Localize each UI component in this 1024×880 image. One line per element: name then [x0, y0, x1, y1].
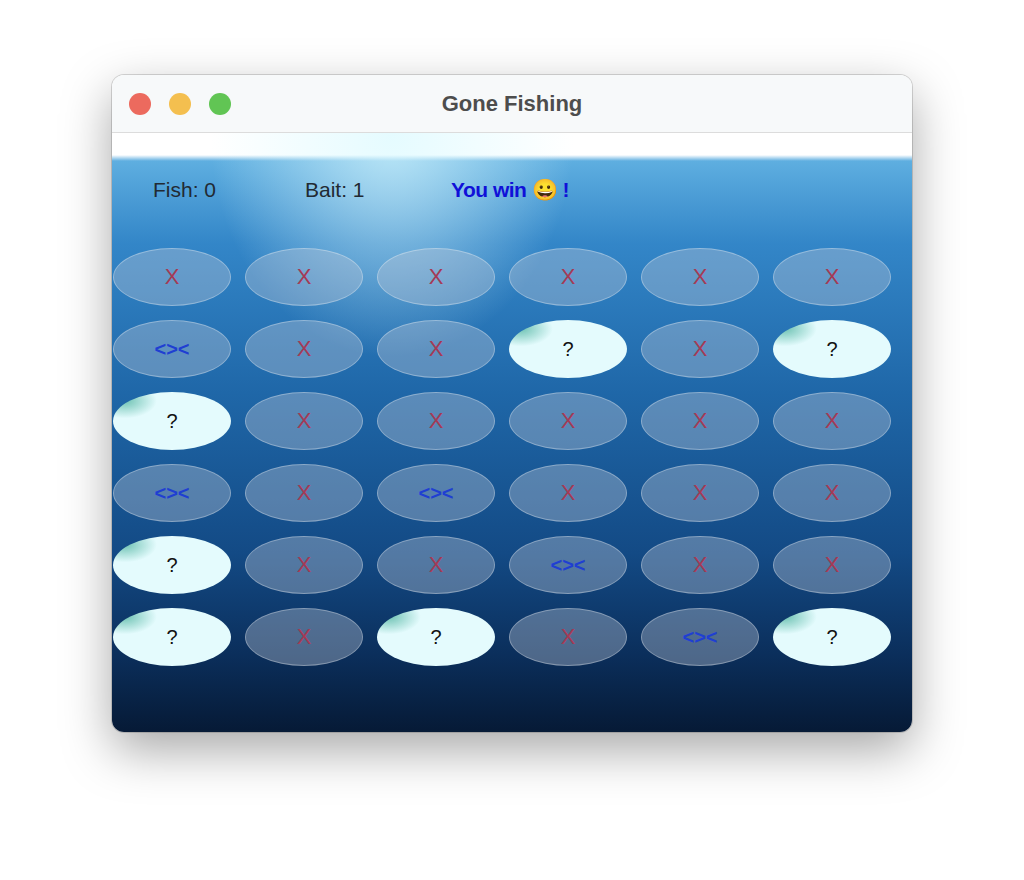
pond-cell: <>< [641, 608, 759, 666]
pond-cell: X [377, 536, 495, 594]
pond-cell: X [245, 464, 363, 522]
pond-cell[interactable]: ? [113, 608, 231, 666]
pond-cell: X [641, 392, 759, 450]
pond-cell[interactable]: ? [773, 320, 891, 378]
window-title: Gone Fishing [112, 91, 912, 117]
pond-cell[interactable]: ? [509, 320, 627, 378]
pond-cell: <>< [509, 536, 627, 594]
pond-cell: X [509, 608, 627, 666]
window-controls [112, 93, 231, 115]
ocean-scene: Fish: 0Bait: 1You win 😀 !XXXXXX<><XX?X??… [112, 133, 912, 732]
zoom-icon[interactable] [209, 93, 231, 115]
pond-cell: <>< [113, 320, 231, 378]
pond-cell[interactable]: ? [377, 608, 495, 666]
desktop: Gone FishingFish: 0Bait: 1You win 😀 !XXX… [0, 0, 1024, 880]
pond-cell: X [377, 320, 495, 378]
pond-grid: XXXXXX<><XX?X??XXXXX<><X<><XXX?XX<><XX?X… [112, 205, 912, 666]
fish-count: Fish: 0 [153, 178, 305, 202]
pond-cell: <>< [113, 464, 231, 522]
pond-cell: X [641, 464, 759, 522]
pond-cell: X [113, 248, 231, 306]
pond-cell: X [377, 248, 495, 306]
pond-cell: X [509, 248, 627, 306]
pond-cell: X [641, 248, 759, 306]
pond-cell: <>< [377, 464, 495, 522]
game-window: Gone FishingFish: 0Bait: 1You win 😀 !XXX… [112, 75, 912, 732]
pond-cell[interactable]: ? [773, 608, 891, 666]
pond-cell: X [509, 392, 627, 450]
pond-cell[interactable]: ? [113, 536, 231, 594]
bait-count: Bait: 1 [305, 178, 451, 202]
close-icon[interactable] [129, 93, 151, 115]
pond-cell[interactable]: ? [113, 392, 231, 450]
pond-cell: X [245, 608, 363, 666]
pond-cell: X [509, 464, 627, 522]
pond-cell: X [377, 392, 495, 450]
pond-cell: X [245, 248, 363, 306]
win-message: You win 😀 ! [451, 178, 569, 202]
pond-cell: X [773, 464, 891, 522]
pond-cell: X [245, 536, 363, 594]
title-bar: Gone Fishing [112, 75, 912, 133]
pond-cell: X [245, 320, 363, 378]
pond-cell: X [773, 248, 891, 306]
pond-cell: X [245, 392, 363, 450]
status-bar: Fish: 0Bait: 1You win 😀 ! [112, 133, 912, 205]
pond-cell: X [773, 392, 891, 450]
pond-cell: X [641, 320, 759, 378]
pond-cell: X [773, 536, 891, 594]
pond-cell: X [641, 536, 759, 594]
minimize-icon[interactable] [169, 93, 191, 115]
